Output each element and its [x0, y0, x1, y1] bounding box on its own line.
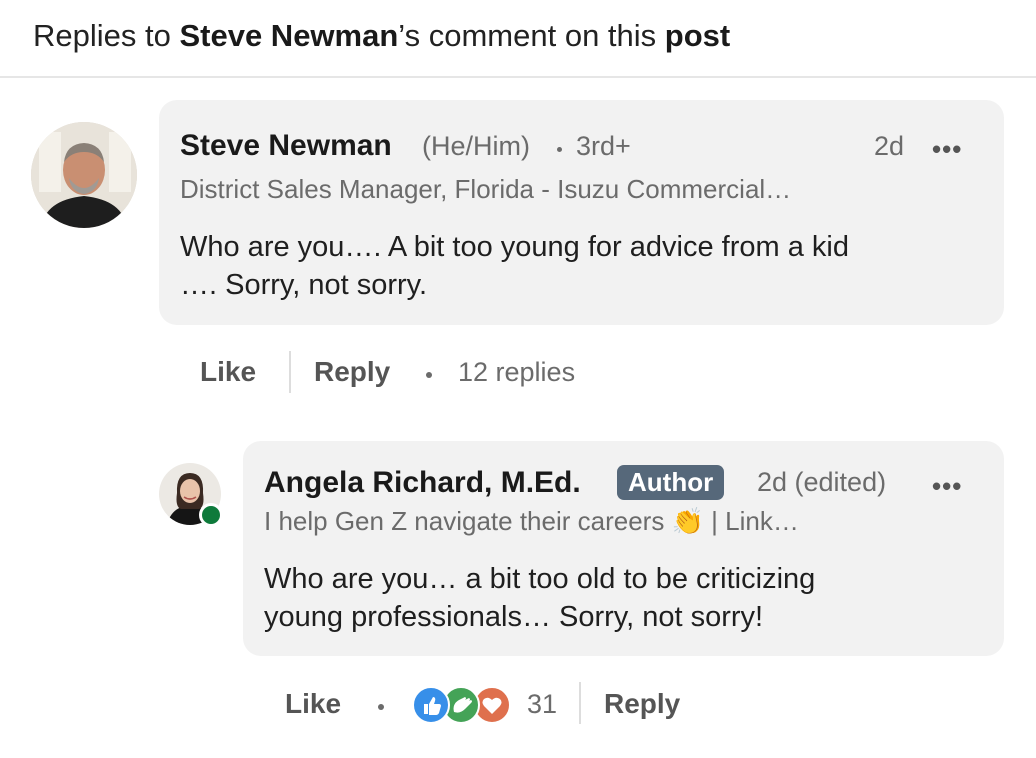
reply-button[interactable]: Reply: [604, 688, 680, 720]
header-middle: ’s comment on this: [398, 18, 665, 53]
reply-button[interactable]: Reply: [314, 356, 390, 388]
action-separator-dot: [426, 372, 432, 378]
more-options-icon[interactable]: •••: [932, 471, 962, 502]
comment-text-angela: Who are you… a bit too old to be critici…: [264, 560, 815, 636]
headline-text: | Link…: [703, 506, 799, 536]
comment-time-angela: 2d (edited): [757, 467, 887, 497]
comment-author-angela[interactable]: Angela Richard, M.Ed.: [264, 466, 581, 500]
heart-icon: [482, 697, 502, 714]
thumbs-up-icon: [424, 697, 441, 715]
comment-text-line: Who are you… a bit too old to be critici…: [264, 563, 816, 595]
like-button[interactable]: Like: [200, 356, 256, 388]
comment-text-line: Who are you…. A bit too young for advice…: [180, 231, 849, 263]
header-prefix: Replies to: [33, 18, 180, 53]
more-options-icon[interactable]: •••: [932, 134, 962, 165]
replies-count-link[interactable]: 12 replies: [458, 357, 575, 388]
action-divider: [289, 351, 291, 393]
reactions-count[interactable]: 31: [527, 689, 557, 720]
comment-time-steve: 2d: [874, 131, 905, 161]
action-separator-dot: [378, 704, 384, 710]
comment-headline-steve: District Sales Manager, Florida - Isuzu …: [180, 174, 792, 204]
header-title: Replies to Steve Newman’s comment on thi…: [33, 18, 730, 54]
headline-text: I help Gen Z navigate their careers: [264, 506, 672, 536]
like-button[interactable]: Like: [285, 688, 341, 720]
comment-author-steve[interactable]: Steve Newman: [180, 129, 392, 163]
avatar-steve[interactable]: [31, 122, 137, 228]
header-author-link[interactable]: Steve Newman: [179, 18, 398, 53]
clapping-hands-icon: 👏: [671, 506, 704, 536]
comment-pronouns-steve: (He/Him): [422, 131, 530, 161]
action-divider: [579, 682, 581, 724]
comment-headline-angela: I help Gen Z navigate their careers 👏 | …: [264, 506, 799, 537]
replies-header: Replies to Steve Newman’s comment on thi…: [0, 0, 1036, 78]
like-reaction-icon[interactable]: [412, 686, 450, 724]
comment-text-steve: Who are you…. A bit too young for advice…: [180, 228, 849, 304]
comment-text-line: …. Sorry, not sorry.: [180, 269, 428, 301]
connection-degree-steve: 3rd+: [576, 131, 631, 161]
header-post-link[interactable]: post: [665, 18, 730, 53]
person-avatar-icon: [31, 122, 137, 228]
author-badge: Author: [617, 465, 725, 500]
meta-separator-dot: [557, 147, 562, 152]
comment-text-line: young professionals… Sorry, not sorry!: [264, 601, 764, 633]
online-status-icon: [199, 503, 223, 527]
